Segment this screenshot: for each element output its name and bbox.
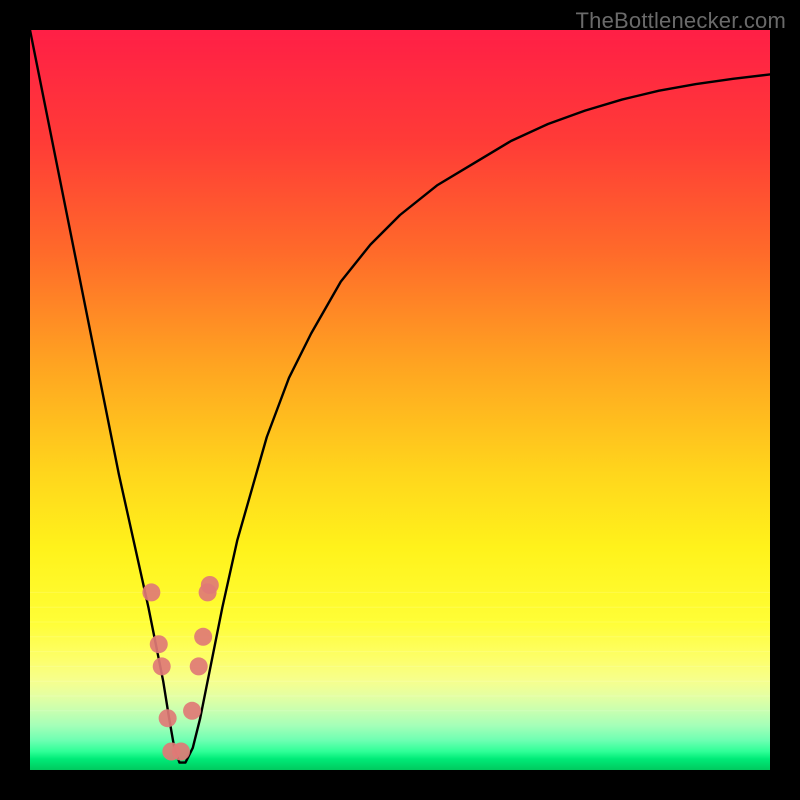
highlight-dot	[159, 709, 177, 727]
highlight-dot	[183, 702, 201, 720]
highlight-dot	[153, 657, 171, 675]
highlight-dot	[201, 576, 219, 594]
highlight-dot	[142, 583, 160, 601]
gradient-background	[30, 30, 770, 770]
figure-canvas: TheBottlenecker.com	[0, 0, 800, 800]
highlight-dot	[172, 743, 190, 761]
bottleneck-curve-plot	[30, 30, 770, 770]
chart-svg	[30, 30, 770, 770]
highlight-dot	[150, 635, 168, 653]
highlight-dot	[194, 628, 212, 646]
highlight-dot	[190, 657, 208, 675]
